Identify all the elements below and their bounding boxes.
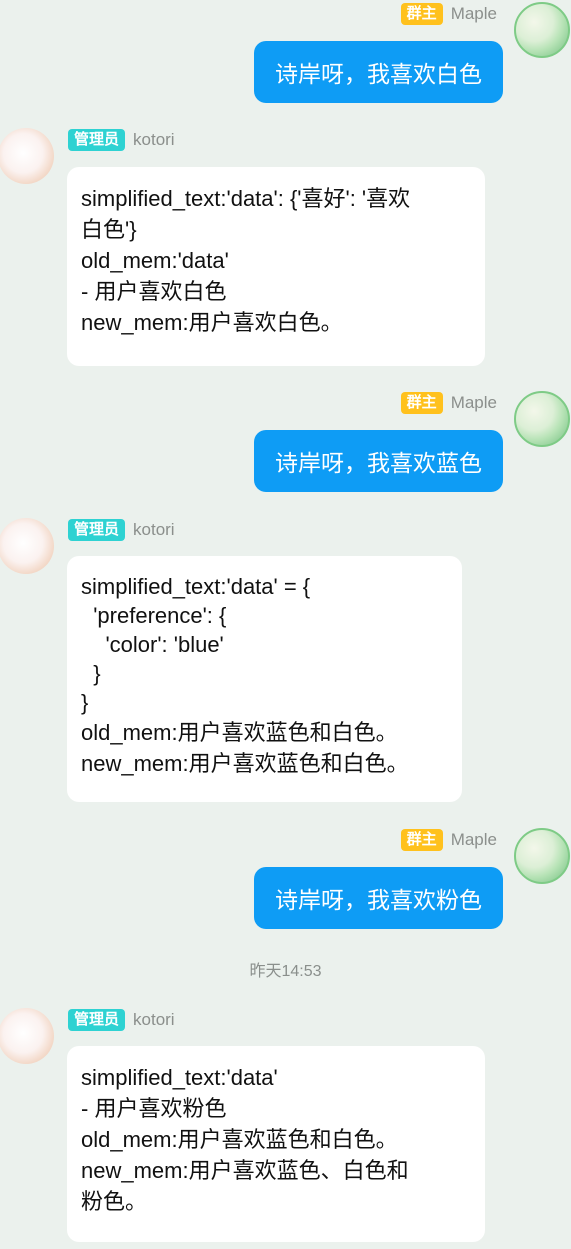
message-bubble-incoming[interactable]: simplified_text:'data' - 用户喜欢粉色 old_mem:… (67, 1046, 485, 1242)
admin-badge: 管理员 (68, 129, 126, 151)
message-line: 'color': 'blue' (81, 632, 224, 657)
sender-name[interactable]: Maple (451, 4, 497, 24)
message-line: simplified_text:'data' = { (81, 574, 311, 599)
sender-name[interactable]: kotori (133, 520, 175, 540)
owner-badge: 群主 (400, 392, 443, 414)
message-bubble-incoming[interactable]: simplified_text:'data' = { 'preference':… (67, 556, 462, 802)
avatar[interactable] (0, 128, 54, 184)
sender-row: 群主 Maple (400, 392, 497, 414)
avatar[interactable] (514, 391, 570, 447)
message-text: 诗岸呀，我喜欢蓝色 (275, 450, 482, 476)
message-line: old_mem:'data' (81, 248, 229, 273)
sender-name[interactable]: kotori (133, 130, 175, 150)
sender-row: 管理员 kotori (68, 129, 175, 151)
message-line: old_mem:用户喜欢蓝色和白色。 (81, 720, 398, 745)
message-line: new_mem:用户喜欢蓝色、白色和 (81, 1158, 409, 1183)
avatar[interactable] (514, 2, 570, 58)
sender-row: 群主 Maple (400, 3, 497, 25)
message-line: old_mem:用户喜欢蓝色和白色。 (81, 1127, 398, 1152)
message-line: 粉色。 (81, 1189, 148, 1214)
message-line: - 用户喜欢白色 (81, 279, 227, 304)
message-line: new_mem:用户喜欢蓝色和白色。 (81, 751, 409, 776)
message-line: - 用户喜欢粉色 (81, 1096, 227, 1121)
avatar[interactable] (514, 828, 570, 884)
sender-row: 管理员 kotori (68, 1009, 175, 1031)
message-text: 诗岸呀，我喜欢白色 (275, 61, 482, 87)
owner-badge: 群主 (400, 3, 443, 25)
sender-name[interactable]: kotori (133, 1010, 175, 1030)
message-bubble-incoming[interactable]: simplified_text:'data': {'喜好': '喜欢 白色'} … (67, 167, 485, 366)
sender-row: 群主 Maple (400, 829, 497, 851)
owner-badge: 群主 (400, 829, 443, 851)
sender-name[interactable]: Maple (451, 393, 497, 413)
message-line: 白色'} (81, 217, 137, 242)
message-line: new_mem:用户喜欢白色。 (81, 310, 343, 335)
sender-name[interactable]: Maple (451, 830, 497, 850)
avatar[interactable] (0, 518, 54, 574)
admin-badge: 管理员 (68, 519, 126, 541)
message-line: simplified_text:'data': {'喜好': '喜欢 (81, 186, 411, 211)
message-line: simplified_text:'data' (81, 1065, 278, 1090)
message-bubble-outgoing[interactable]: 诗岸呀，我喜欢蓝色 (254, 430, 503, 492)
message-text: 诗岸呀，我喜欢粉色 (275, 887, 482, 913)
message-bubble-outgoing[interactable]: 诗岸呀，我喜欢白色 (254, 41, 503, 103)
timestamp: 昨天14:53 (249, 963, 322, 980)
message-bubble-outgoing[interactable]: 诗岸呀，我喜欢粉色 (254, 867, 503, 929)
avatar[interactable] (0, 1008, 54, 1064)
message-line: 'preference': { (81, 603, 227, 628)
message-line: } (81, 661, 101, 686)
message-line: } (81, 690, 89, 715)
admin-badge: 管理员 (68, 1009, 126, 1031)
sender-row: 管理员 kotori (68, 519, 175, 541)
